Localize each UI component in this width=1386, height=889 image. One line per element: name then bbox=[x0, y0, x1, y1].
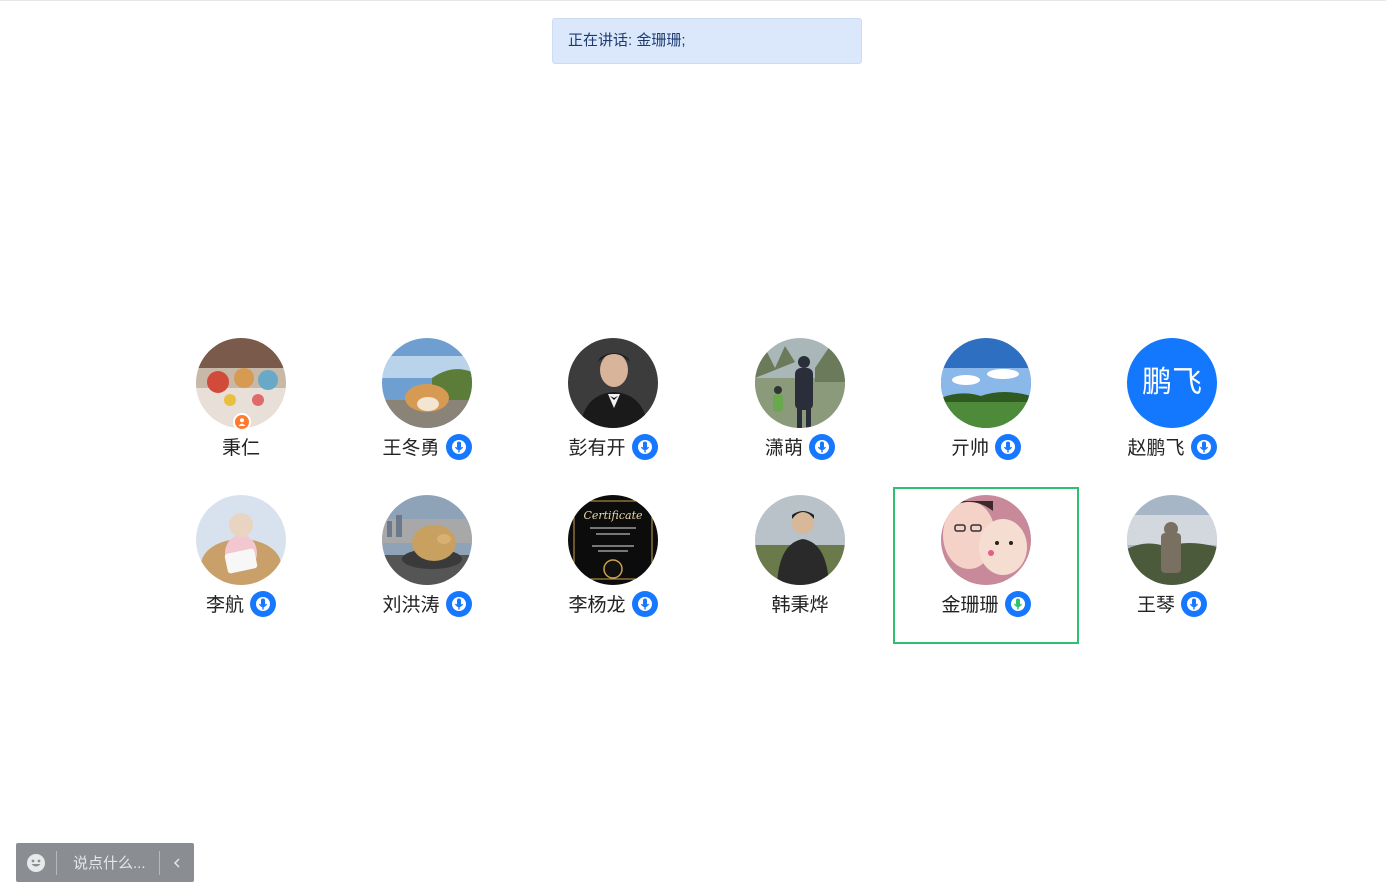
participant-name: 亓帅 bbox=[950, 438, 989, 459]
participant-name: 韩秉烨 bbox=[771, 595, 829, 616]
participant-name-row: 李杨龙 bbox=[520, 590, 706, 617]
participant-name-row: 韩秉烨 bbox=[707, 590, 893, 617]
avatar-initials: 鹏飞 bbox=[1142, 366, 1202, 399]
participant-tile[interactable]: 韩秉烨 bbox=[707, 487, 893, 644]
collapse-chat-button[interactable] bbox=[160, 843, 194, 882]
mic-icon[interactable] bbox=[631, 590, 658, 617]
participant-name-row: 赵鹏飞 bbox=[1079, 433, 1265, 460]
participant-tile[interactable]: 王冬勇 bbox=[334, 330, 520, 487]
participant-name: 赵鹏飞 bbox=[1127, 438, 1185, 459]
avatar[interactable]: 鹏飞 bbox=[1127, 338, 1217, 428]
participant-name-row: 王冬勇 bbox=[334, 433, 520, 460]
mic-icon[interactable] bbox=[445, 433, 472, 460]
participant-tile[interactable]: 秉仁 bbox=[148, 330, 334, 487]
participant-name: 金珊珊 bbox=[941, 595, 999, 616]
avatar[interactable]: Certificate bbox=[568, 495, 658, 585]
avatar[interactable] bbox=[755, 495, 845, 585]
participant-tile[interactable]: 鹏飞赵鹏飞 bbox=[1079, 330, 1265, 487]
chevron-left-icon bbox=[173, 857, 180, 868]
svg-text:Certificate: Certificate bbox=[583, 509, 643, 522]
mic-icon[interactable] bbox=[250, 590, 276, 617]
participant-name-row: 王琴 bbox=[1079, 590, 1265, 617]
mic-icon[interactable] bbox=[1181, 590, 1207, 617]
mic-icon[interactable] bbox=[1190, 433, 1217, 460]
chat-bar[interactable]: 说点什么... bbox=[16, 843, 194, 882]
participant-grid: 秉仁 王冬勇 彭有开 潇萌 亓帅 鹏飞赵鹏飞 李航 刘洪涛 Certificate bbox=[0, 0, 1386, 889]
chat-input[interactable]: 说点什么... bbox=[57, 852, 159, 873]
emoji-icon[interactable] bbox=[16, 843, 56, 882]
mic-icon[interactable] bbox=[809, 433, 835, 460]
avatar[interactable] bbox=[568, 338, 658, 428]
participant-name: 王冬勇 bbox=[382, 438, 440, 459]
avatar[interactable] bbox=[755, 338, 845, 428]
participant-name: 刘洪涛 bbox=[382, 595, 440, 616]
participant-tile[interactable]: 刘洪涛 bbox=[334, 487, 520, 644]
avatar[interactable] bbox=[196, 495, 286, 585]
host-badge-icon bbox=[233, 413, 251, 431]
mic-icon[interactable] bbox=[631, 433, 658, 460]
participant-tile[interactable]: 金珊珊 bbox=[893, 487, 1079, 644]
participant-name: 秉仁 bbox=[221, 438, 260, 459]
avatar[interactable] bbox=[382, 495, 472, 585]
participant-name-row: 李航 bbox=[148, 590, 334, 617]
participant-name-row: 彭有开 bbox=[520, 433, 706, 460]
mic-icon[interactable] bbox=[995, 433, 1021, 460]
participant-name-row: 秉仁 bbox=[148, 433, 334, 460]
participant-tile[interactable]: 李航 bbox=[148, 487, 334, 644]
participant-name: 王琴 bbox=[1136, 595, 1175, 616]
participant-name: 潇萌 bbox=[764, 438, 803, 459]
avatar[interactable] bbox=[382, 338, 472, 428]
participant-name-row: 金珊珊 bbox=[895, 590, 1077, 617]
participant-tile[interactable]: 潇萌 bbox=[707, 330, 893, 487]
participant-name-row: 潇萌 bbox=[707, 433, 893, 460]
avatar[interactable] bbox=[941, 338, 1031, 428]
mic-active-icon[interactable] bbox=[1004, 590, 1031, 617]
participant-tile[interactable]: 亓帅 bbox=[893, 330, 1079, 487]
participant-name-row: 亓帅 bbox=[893, 433, 1079, 460]
participant-name: 李杨龙 bbox=[568, 595, 626, 616]
participant-name-row: 刘洪涛 bbox=[334, 590, 520, 617]
participant-tile[interactable]: Certificate 李杨龙 bbox=[520, 487, 706, 644]
mic-icon[interactable] bbox=[445, 590, 472, 617]
participant-name: 李航 bbox=[205, 595, 244, 616]
participant-name: 彭有开 bbox=[568, 438, 626, 459]
avatar[interactable] bbox=[1127, 495, 1217, 585]
participant-tile[interactable]: 彭有开 bbox=[520, 330, 706, 487]
avatar[interactable] bbox=[941, 495, 1031, 585]
participant-tile[interactable]: 王琴 bbox=[1079, 487, 1265, 644]
